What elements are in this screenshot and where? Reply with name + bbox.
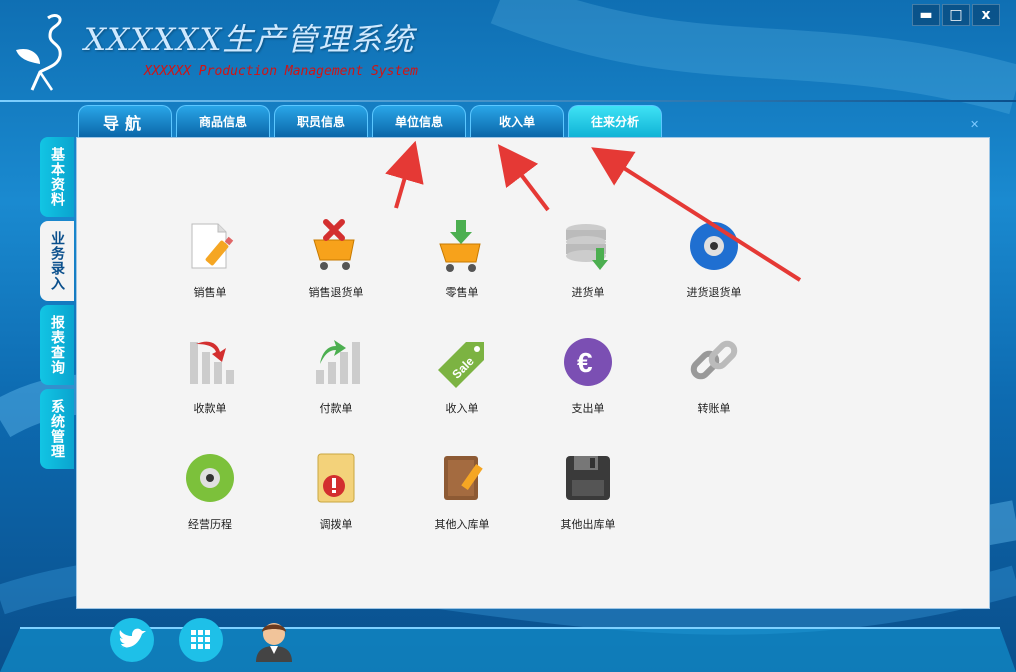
app-subtitle: XXXXXX Production Management System [144, 64, 418, 79]
tab-staff-info[interactable]: 职员信息 [274, 105, 368, 137]
item-payment[interactable]: 付款单 [286, 334, 386, 434]
side-tab-basic-data[interactable]: 基本资料 [40, 137, 74, 217]
item-purchase-order[interactable]: 进货单 [538, 218, 638, 318]
tab-scroll-icon[interactable]: ✕ [970, 118, 979, 131]
item-label: 进货退货单 [686, 286, 742, 299]
item-receipt[interactable]: 收款单 [160, 334, 260, 434]
crane-logo-icon [16, 14, 62, 91]
item-purchase-return[interactable]: 进货退货单 [664, 218, 764, 318]
chart-down-icon [190, 341, 234, 384]
chain-link-icon [690, 340, 738, 380]
minimize-button[interactable]: ▬ [912, 4, 940, 26]
tab-transaction-analysis[interactable]: 往来分析 [568, 105, 662, 137]
database-download-icon [566, 224, 608, 270]
tab-product-info[interactable]: 商品信息 [176, 105, 270, 137]
item-label: 进货单 [571, 286, 605, 299]
grid-apps-icon[interactable] [177, 616, 225, 664]
item-expense[interactable]: € 支出单 [538, 334, 638, 434]
item-label: 付款单 [319, 402, 353, 415]
twitter-icon[interactable] [108, 616, 156, 664]
cd-disc-icon [690, 222, 738, 270]
item-allocation[interactable]: 调拨单 [286, 450, 386, 550]
item-label: 销售退货单 [308, 286, 364, 299]
item-label: 支出单 [571, 402, 605, 415]
cart-download-icon [439, 220, 481, 272]
cart-cancel-icon [313, 219, 355, 270]
side-tab-business-entry[interactable]: 业务录入 [40, 221, 74, 301]
item-label: 其他入库单 [434, 518, 490, 531]
document-pencil-icon [191, 223, 234, 269]
item-sales-order[interactable]: 销售单 [160, 218, 260, 318]
item-transfer[interactable]: 转账单 [664, 334, 764, 434]
item-business-history[interactable]: 经营历程 [160, 450, 260, 550]
item-label: 经营历程 [188, 518, 232, 531]
app-header: XXXXXX生产管理系统 XXXXXX Production Managemen… [0, 0, 1016, 100]
side-tab-system-management[interactable]: 系统管理 [40, 389, 74, 469]
item-label: 转账单 [697, 402, 731, 415]
content-panel: 销售单 销售退货单 零售单 进货单 进货退货单 收款单 付款单 Sale 收入单… [76, 137, 990, 609]
user-avatar-icon[interactable] [250, 616, 298, 664]
item-label: 收入单 [445, 402, 479, 415]
tab-navigation[interactable]: 导航 [78, 105, 172, 137]
tab-unit-info[interactable]: 单位信息 [372, 105, 466, 137]
item-label: 收款单 [193, 402, 227, 415]
floppy-disk-icon [566, 456, 610, 500]
item-label: 销售单 [193, 286, 227, 299]
close-button[interactable]: x [972, 4, 1000, 26]
side-tab-report-query[interactable]: 报表查询 [40, 305, 74, 385]
alert-folder-icon [317, 453, 355, 503]
item-sales-return[interactable]: 销售退货单 [286, 218, 386, 318]
item-label: 其他出库单 [560, 518, 616, 531]
item-label: 零售单 [445, 286, 479, 299]
app-title: XXXXXX生产管理系统 [84, 22, 415, 58]
chart-up-icon [316, 340, 360, 384]
window-controls: ▬ □ x [912, 4, 1000, 26]
side-tab-bar: 基本资料 业务录入 报表查询 系统管理 [40, 137, 74, 473]
tab-income-slip[interactable]: 收入单 [470, 105, 564, 137]
item-other-outbound[interactable]: 其他出库单 [538, 450, 638, 550]
item-income[interactable]: Sale 收入单 [412, 334, 512, 434]
svg-text:€: € [577, 347, 593, 378]
notebook-pencil-icon [444, 456, 483, 500]
sale-tag-icon: Sale [438, 342, 484, 388]
euro-icon: € [564, 338, 612, 386]
item-other-inbound[interactable]: 其他入库单 [412, 450, 512, 550]
top-tab-bar: 导航 商品信息 职员信息 单位信息 收入单 往来分析 [78, 105, 662, 137]
header-divider [0, 100, 1016, 102]
item-retail-order[interactable]: 零售单 [412, 218, 512, 318]
restore-button[interactable]: □ [942, 4, 970, 26]
item-label: 调拨单 [319, 518, 353, 531]
dvd-disc-icon [186, 454, 234, 502]
